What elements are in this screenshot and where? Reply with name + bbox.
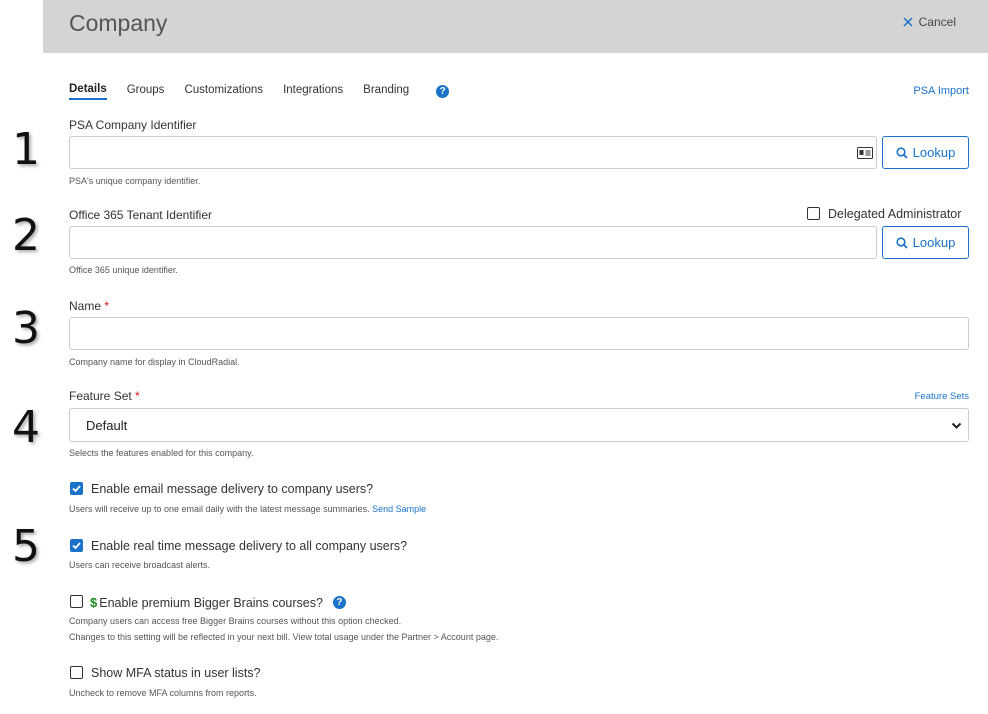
check-icon xyxy=(72,542,81,550)
search-icon xyxy=(896,236,908,249)
cancel-label: Cancel xyxy=(918,15,956,29)
help-icon[interactable]: ? xyxy=(332,596,346,609)
o365-identifier-label: Office 365 Tenant Identifier xyxy=(69,208,212,222)
delegated-admin-label: Delegated Administrator xyxy=(828,207,962,221)
check-icon xyxy=(72,485,81,493)
cancel-button[interactable]: Cancel xyxy=(903,15,956,29)
required-mark: * xyxy=(104,299,110,313)
header-bar: Company Cancel xyxy=(43,0,988,53)
mfa-status-checkbox[interactable] xyxy=(70,666,83,679)
bigger-brains-hint-2: Changes to this setting will be reflecte… xyxy=(69,632,499,642)
name-hint: Company name for display in CloudRadial. xyxy=(69,357,240,367)
feature-set-select[interactable]: Default xyxy=(69,408,969,442)
send-sample-link[interactable]: Send Sample xyxy=(372,504,426,514)
psa-lookup-label: Lookup xyxy=(912,145,956,160)
feature-set-label-text: Feature Set xyxy=(69,389,132,403)
o365-identifier-input[interactable] xyxy=(69,226,877,259)
close-icon xyxy=(903,17,913,27)
psa-identifier-input[interactable] xyxy=(69,136,877,169)
name-label: Name * xyxy=(69,299,109,313)
tab-customizations[interactable]: Customizations xyxy=(184,84,263,99)
feature-set-hint: Selects the features enabled for this co… xyxy=(69,448,254,458)
mfa-status-label: Show MFA status in user lists? xyxy=(91,666,261,680)
bigger-brains-hint-1: Company users can access free Bigger Bra… xyxy=(69,616,402,626)
email-delivery-hint-text: Users will receive up to one email daily… xyxy=(69,504,370,514)
o365-lookup-button[interactable]: Lookup xyxy=(882,226,969,259)
tab-details[interactable]: Details xyxy=(69,83,107,100)
o365-identifier-hint: Office 365 unique identifier. xyxy=(69,265,178,275)
delegated-admin-checkbox[interactable] xyxy=(807,207,820,220)
id-card-icon xyxy=(857,147,873,159)
tab-branding[interactable]: Branding xyxy=(363,84,409,99)
psa-identifier-label: PSA Company Identifier xyxy=(69,118,197,132)
realtime-delivery-hint: Users can receive broadcast alerts. xyxy=(69,560,211,570)
page-title: Company xyxy=(69,10,168,36)
psa-import-link[interactable]: PSA Import xyxy=(913,85,969,97)
step-number-1: 1 xyxy=(12,124,40,175)
email-delivery-checkbox[interactable] xyxy=(70,482,83,495)
realtime-delivery-checkbox[interactable] xyxy=(70,539,83,552)
bigger-brains-option: $ Enable premium Bigger Brains courses? … xyxy=(90,595,346,610)
dollar-icon: $ xyxy=(90,595,98,610)
bigger-brains-label: Enable premium Bigger Brains courses? xyxy=(99,595,323,610)
step-number-4: 4 xyxy=(12,402,40,453)
required-mark: * xyxy=(135,389,140,403)
feature-sets-link[interactable]: Feature Sets xyxy=(915,391,969,402)
chevron-down-icon xyxy=(951,422,962,429)
psa-identifier-hint: PSA's unique company identifier. xyxy=(69,176,201,186)
psa-lookup-button[interactable]: Lookup xyxy=(882,136,969,169)
email-delivery-hint: Users will receive up to one email daily… xyxy=(69,504,426,514)
bigger-brains-checkbox[interactable] xyxy=(70,595,83,608)
step-number-5: 5 xyxy=(12,521,40,572)
name-input[interactable] xyxy=(69,317,969,350)
tab-integrations[interactable]: Integrations xyxy=(283,84,343,99)
feature-set-selected: Default xyxy=(86,417,128,433)
email-delivery-label: Enable email message delivery to company… xyxy=(91,482,374,496)
mfa-status-hint: Uncheck to remove MFA columns from repor… xyxy=(69,688,257,698)
step-number-2: 2 xyxy=(12,210,40,261)
o365-lookup-label: Lookup xyxy=(912,235,956,250)
search-icon xyxy=(896,146,908,159)
tab-bar: Details Groups Customizations Integratio… xyxy=(69,83,450,100)
realtime-delivery-label: Enable real time message delivery to all… xyxy=(91,539,408,553)
step-number-3: 3 xyxy=(12,303,40,354)
feature-set-label: Feature Set * xyxy=(69,389,140,403)
help-icon[interactable]: ? xyxy=(436,85,450,98)
tab-groups[interactable]: Groups xyxy=(127,84,165,99)
name-label-text: Name xyxy=(69,299,102,313)
